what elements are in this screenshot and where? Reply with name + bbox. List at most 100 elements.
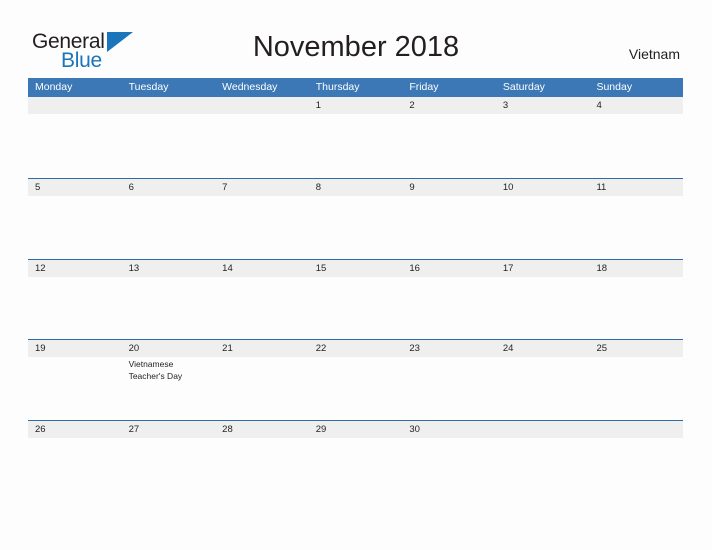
- day-number: 9: [409, 182, 415, 193]
- week-date-band: 5 6 7 8 9 10 11: [28, 178, 683, 196]
- event-cell[interactable]: [309, 277, 403, 340]
- week-event-band: Vietnamese Teacher's Day: [28, 357, 683, 420]
- day-cell[interactable]: [28, 97, 122, 114]
- week-event-band: [28, 438, 683, 501]
- day-number: 7: [222, 182, 228, 193]
- weekday-saturday: Saturday: [502, 81, 545, 93]
- event-cell[interactable]: [122, 114, 216, 177]
- day-cell[interactable]: 8: [309, 179, 403, 196]
- day-cell[interactable]: 10: [496, 179, 590, 196]
- day-number: 8: [315, 182, 322, 193]
- event-cell[interactable]: [28, 438, 122, 501]
- day-cell[interactable]: 20: [122, 340, 216, 357]
- day-cell[interactable]: 3: [496, 97, 590, 114]
- event-cell[interactable]: [215, 438, 309, 501]
- day-number: 30: [409, 423, 420, 435]
- day-cell[interactable]: 2: [402, 97, 496, 114]
- day-cell[interactable]: 22: [309, 340, 403, 357]
- event-cell[interactable]: Vietnamese Teacher's Day: [122, 357, 216, 420]
- event-cell[interactable]: [28, 357, 122, 420]
- week-row: 12 13 14 15 16 17 18: [28, 258, 683, 340]
- event-cell[interactable]: [309, 196, 403, 259]
- day-cell[interactable]: 6: [122, 179, 216, 196]
- event-cell[interactable]: [589, 114, 683, 177]
- event-cell[interactable]: [28, 196, 122, 259]
- day-number: 26: [35, 423, 46, 435]
- day-cell[interactable]: 21: [215, 340, 309, 357]
- day-cell[interactable]: 17: [496, 260, 590, 277]
- event-cell[interactable]: [589, 277, 683, 340]
- event-cell[interactable]: [496, 357, 590, 420]
- event-cell[interactable]: [402, 114, 496, 177]
- event-cell[interactable]: [496, 114, 590, 177]
- day-number: 15: [315, 262, 327, 274]
- day-cell[interactable]: 4: [589, 97, 683, 114]
- day-cell[interactable]: 19: [28, 340, 122, 357]
- day-number: 3: [502, 100, 509, 111]
- event-cell[interactable]: [589, 196, 683, 259]
- event-cell[interactable]: [28, 277, 122, 340]
- weekday-monday: Monday: [35, 81, 73, 93]
- event-cell[interactable]: [122, 438, 216, 501]
- day-cell[interactable]: 15: [309, 260, 403, 277]
- day-number: 17: [502, 262, 514, 274]
- holiday-text: Vietnamese Teacher's Day: [128, 359, 183, 381]
- event-cell[interactable]: [496, 438, 590, 501]
- day-number: 13: [128, 262, 140, 274]
- day-cell[interactable]: 27: [122, 421, 216, 438]
- event-cell[interactable]: [402, 438, 496, 501]
- day-cell[interactable]: 24: [496, 340, 590, 357]
- day-cell[interactable]: 14: [215, 260, 309, 277]
- event-cell[interactable]: [496, 196, 590, 259]
- week-date-band: 12 13 14 15 16 17 18: [28, 258, 683, 277]
- event-cell[interactable]: [496, 277, 590, 340]
- day-number: 28: [222, 423, 233, 435]
- day-cell[interactable]: 13: [122, 260, 216, 277]
- day-number: 24: [502, 343, 514, 354]
- day-number: 5: [35, 182, 41, 193]
- event-cell[interactable]: [589, 438, 683, 501]
- day-cell[interactable]: [496, 421, 590, 438]
- day-cell[interactable]: [122, 97, 216, 114]
- event-cell[interactable]: [215, 357, 309, 420]
- day-cell[interactable]: 18: [589, 260, 683, 277]
- day-number: 11: [596, 182, 607, 193]
- day-cell[interactable]: [589, 421, 683, 438]
- event-cell[interactable]: [402, 357, 496, 420]
- day-cell[interactable]: 30: [402, 421, 496, 438]
- event-cell[interactable]: [122, 277, 216, 340]
- day-number: 6: [128, 182, 134, 193]
- day-cell[interactable]: 26: [28, 421, 122, 438]
- day-cell[interactable]: 28: [215, 421, 309, 438]
- event-cell[interactable]: [215, 114, 309, 177]
- page-title: November 2018: [252, 31, 460, 63]
- day-cell[interactable]: 11: [589, 179, 683, 196]
- day-cell[interactable]: 12: [28, 260, 122, 277]
- event-cell[interactable]: [215, 196, 309, 259]
- page-header: General Blue November 2018 Vietnam: [0, 0, 712, 76]
- event-cell[interactable]: [589, 357, 683, 420]
- event-cell[interactable]: [402, 277, 496, 340]
- event-cell[interactable]: [122, 196, 216, 259]
- day-cell[interactable]: 29: [309, 421, 403, 438]
- weekday-tuesday: Tuesday: [128, 81, 169, 93]
- weekday-thursday: Thursday: [315, 81, 360, 93]
- event-cell[interactable]: [28, 114, 122, 177]
- day-cell[interactable]: 1: [309, 97, 403, 114]
- day-cell[interactable]: 7: [215, 179, 309, 196]
- day-cell[interactable]: 5: [28, 179, 122, 196]
- event-cell[interactable]: [309, 114, 403, 177]
- day-cell[interactable]: 25: [589, 340, 683, 357]
- day-number: 23: [409, 343, 420, 354]
- event-cell[interactable]: [309, 438, 403, 501]
- day-cell[interactable]: 9: [402, 179, 496, 196]
- event-cell[interactable]: [215, 277, 309, 340]
- day-cell[interactable]: [215, 97, 309, 114]
- event-cell[interactable]: [402, 196, 496, 259]
- day-number: 4: [596, 100, 602, 111]
- day-number: 21: [222, 343, 233, 354]
- day-cell[interactable]: 23: [402, 340, 496, 357]
- day-number: 27: [128, 423, 140, 435]
- day-cell[interactable]: 16: [402, 260, 496, 277]
- event-cell[interactable]: [309, 357, 403, 420]
